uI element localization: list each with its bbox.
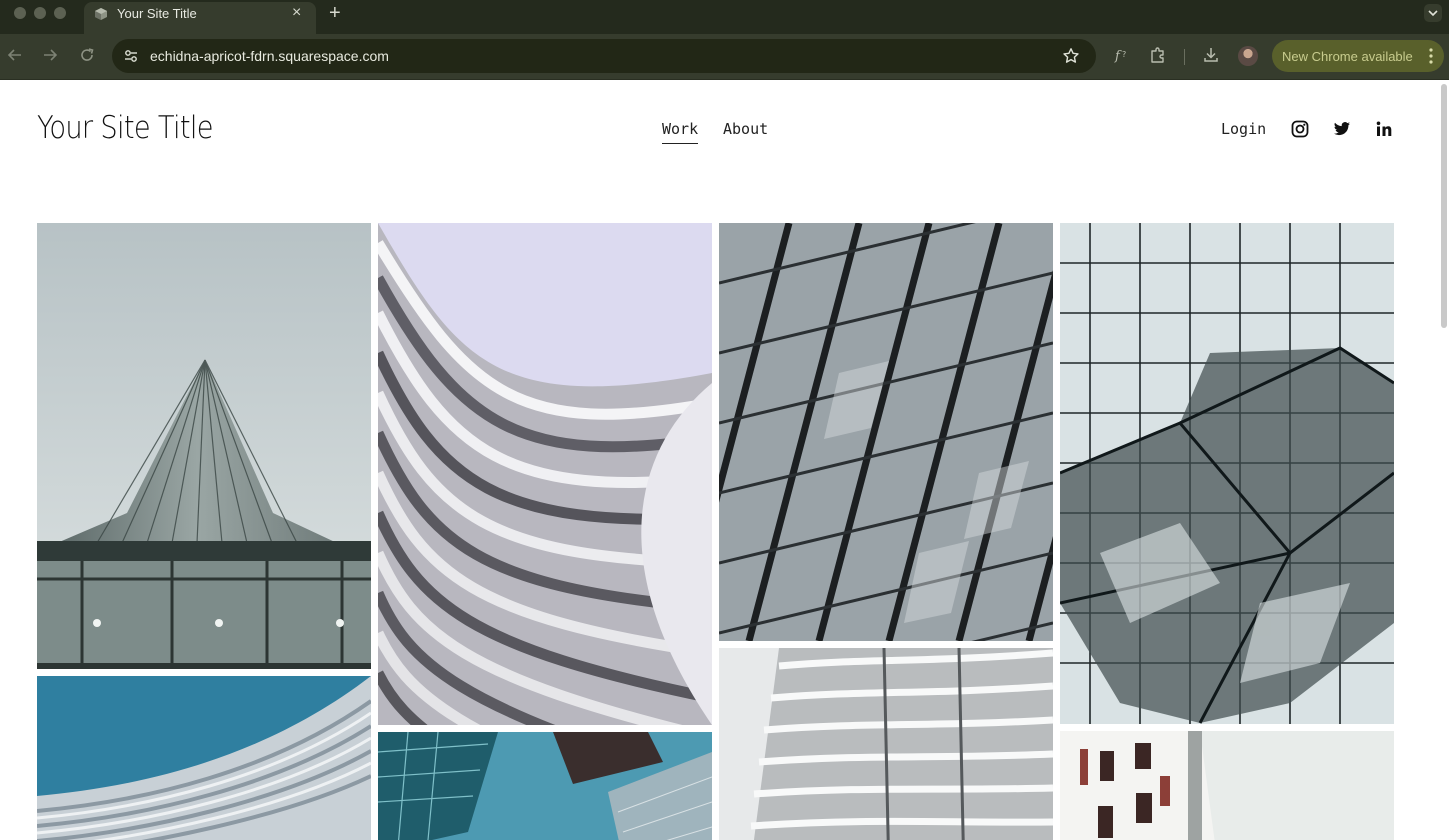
formula-extension-icon[interactable]: f ?: [1113, 46, 1131, 64]
address-url[interactable]: echidna-apricot-fdrn.squarespace.com: [150, 48, 389, 64]
bookmark-star-icon[interactable]: [1062, 47, 1080, 65]
toolbar-divider: [1184, 49, 1185, 65]
back-icon[interactable]: [6, 46, 24, 64]
tab-close-button[interactable]: ×: [292, 3, 301, 23]
profile-avatar[interactable]: [1238, 46, 1258, 66]
svg-text:f: f: [1114, 49, 1122, 64]
login-link[interactable]: Login: [1221, 120, 1266, 138]
gallery-image-balconies[interactable]: [719, 648, 1053, 840]
web-page: Your Site Title Work About Login: [0, 80, 1449, 840]
browser-tab[interactable]: Your Site Title ×: [84, 2, 316, 34]
nav-link-work[interactable]: Work: [662, 120, 699, 144]
gallery-image-glass-towers[interactable]: [378, 732, 712, 840]
menu-dots-icon[interactable]: [1424, 47, 1438, 65]
nav-link-about[interactable]: About: [723, 120, 768, 138]
linkedin-icon[interactable]: [1375, 120, 1393, 138]
gallery-image-white-facade[interactable]: [1060, 731, 1394, 840]
svg-text:?: ?: [1122, 50, 1126, 59]
gallery-image-curved-facade[interactable]: [378, 223, 712, 725]
tab-search-chevron-icon[interactable]: [1424, 4, 1442, 22]
browser-tab-strip: Your Site Title × +: [0, 0, 1449, 34]
window-minimize-button[interactable]: [34, 7, 46, 19]
browser-toolbar: echidna-apricot-fdrn.squarespace.com f ?…: [0, 34, 1449, 80]
extensions-puzzle-icon[interactable]: [1149, 46, 1167, 64]
squarespace-favicon-icon: [95, 8, 107, 20]
download-icon[interactable]: [1202, 46, 1220, 64]
window-close-button[interactable]: [14, 7, 26, 19]
chrome-update-button[interactable]: New Chrome available: [1272, 40, 1444, 72]
site-title[interactable]: Your Site Title: [37, 110, 214, 146]
new-tab-button[interactable]: +: [329, 0, 341, 26]
window-zoom-button[interactable]: [54, 7, 66, 19]
address-bar[interactable]: echidna-apricot-fdrn.squarespace.com: [112, 39, 1096, 73]
gallery-image-reflective-building[interactable]: [1060, 223, 1394, 724]
reload-icon[interactable]: [78, 46, 96, 64]
instagram-icon[interactable]: [1291, 120, 1309, 138]
site-settings-icon[interactable]: [122, 47, 140, 65]
page-scrollbar[interactable]: [1441, 84, 1447, 328]
twitter-icon[interactable]: [1333, 120, 1351, 138]
update-label: New Chrome available: [1282, 49, 1413, 64]
forward-icon[interactable]: [41, 46, 59, 64]
tab-title: Your Site Title: [117, 6, 197, 21]
gallery-image-glass-windows[interactable]: [719, 223, 1053, 641]
gallery-image-woven-facade[interactable]: [37, 676, 371, 840]
gallery-image-skyscraper[interactable]: [37, 223, 371, 669]
